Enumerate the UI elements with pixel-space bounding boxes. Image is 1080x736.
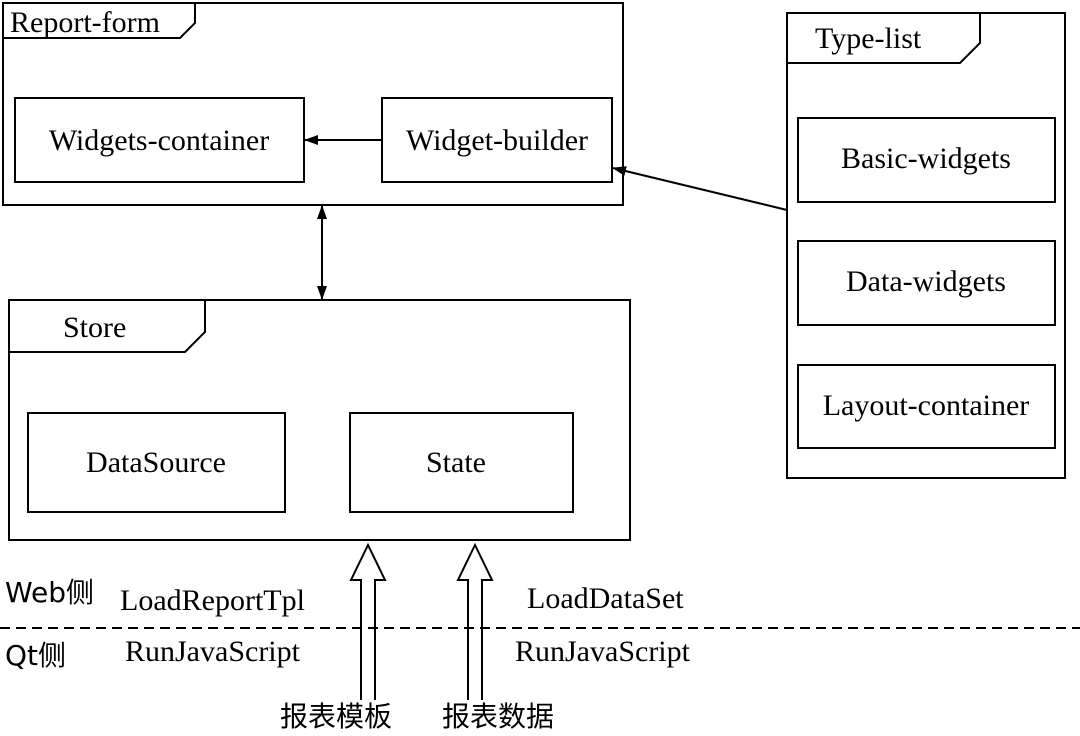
load-report-tpl-label: LoadReportTpl: [120, 584, 305, 617]
widget-builder-label: Widget-builder: [406, 124, 588, 157]
data-up-arrow: [456, 542, 494, 700]
load-data-set-label: LoadDataSet: [527, 582, 684, 615]
widgets-container-label: Widgets-container: [49, 124, 269, 157]
run-js-left-label: RunJavaScript: [125, 635, 301, 668]
architecture-diagram: Report-form Widgets-container Widget-bui…: [0, 2, 1080, 733]
layout-container-label: Layout-container: [823, 389, 1030, 422]
type-list-title: Type-list: [815, 22, 922, 55]
datasource-label: DataSource: [86, 446, 226, 479]
qt-side-label: Qt侧: [5, 639, 66, 672]
store-frame: Store DataSource State: [8, 299, 631, 541]
state-box: State: [349, 412, 574, 513]
basic-widgets-box: Basic-widgets: [797, 117, 1056, 203]
store-title: Store: [63, 311, 126, 344]
report-template-label: 报表模板: [280, 700, 392, 733]
widget-builder-box: Widget-builder: [381, 97, 613, 183]
report-form-title: Report-form: [10, 6, 160, 39]
data-widgets-box: Data-widgets: [797, 240, 1056, 326]
report-form-frame: Report-form Widgets-container Widget-bui…: [2, 2, 624, 206]
datasource-box: DataSource: [27, 412, 286, 513]
basic-widgets-label: Basic-widgets: [841, 142, 1011, 175]
report-data-label: 报表数据: [442, 700, 554, 733]
web-side-label: Web侧: [5, 576, 94, 609]
type-list-frame: Type-list Basic-widgets Data-widgets Lay…: [786, 12, 1066, 479]
state-label: State: [426, 446, 486, 479]
widgets-container-box: Widgets-container: [14, 97, 305, 183]
layout-container-box: Layout-container: [797, 364, 1056, 449]
template-up-arrow: [349, 542, 387, 700]
data-widgets-label: Data-widgets: [846, 265, 1006, 298]
type-list-to-builder-arrow: [612, 166, 788, 211]
run-js-right-label: RunJavaScript: [515, 635, 691, 668]
